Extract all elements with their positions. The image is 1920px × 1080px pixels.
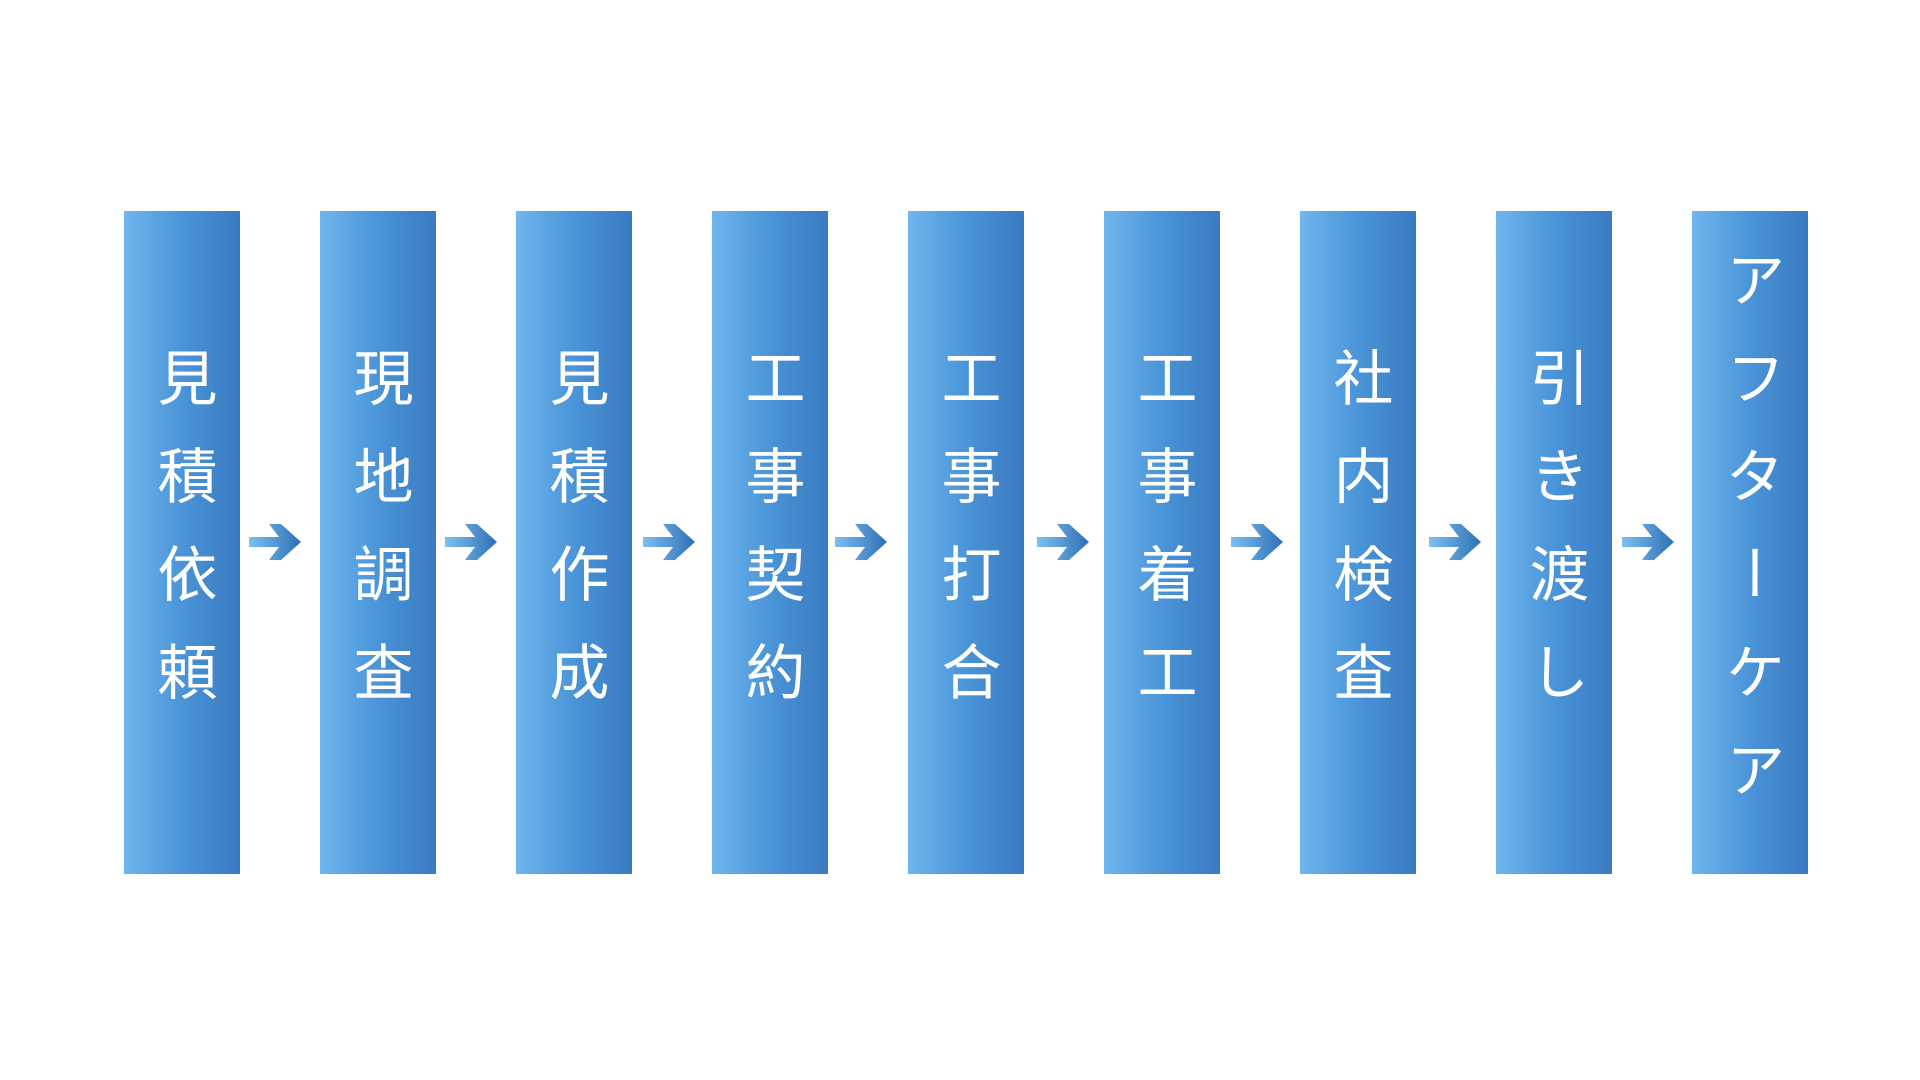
arrow-right-icon <box>1035 520 1093 564</box>
step-box-4: 工事契約 <box>712 211 828 874</box>
arrow-right-icon <box>1229 520 1287 564</box>
step-label: 工事着工 <box>1127 346 1197 739</box>
step-box-7: 社内検査 <box>1300 211 1416 874</box>
step-label: 工事打合 <box>931 346 1001 739</box>
step-box-9: アフターケア <box>1692 211 1808 874</box>
step-label: 見積依頼 <box>147 346 217 739</box>
step-label: 引き渡し <box>1519 346 1589 739</box>
step-label: 現地調査 <box>343 346 413 739</box>
step-label: 工事契約 <box>735 346 805 739</box>
step-box-2: 現地調査 <box>320 211 436 874</box>
step-label: 社内検査 <box>1323 346 1393 739</box>
step-box-1: 見積依頼 <box>124 211 240 874</box>
step-box-8: 引き渡し <box>1496 211 1612 874</box>
step-box-3: 見積作成 <box>516 211 632 874</box>
step-label: 見積作成 <box>539 346 609 739</box>
arrow-right-icon <box>641 520 699 564</box>
step-box-6: 工事着工 <box>1104 211 1220 874</box>
step-label: アフターケア <box>1715 248 1785 837</box>
arrow-right-icon <box>833 520 891 564</box>
arrow-right-icon <box>1620 520 1678 564</box>
arrow-right-icon <box>1427 520 1485 564</box>
arrow-right-icon <box>247 520 305 564</box>
process-flow-diagram: 見積依頼 現地調査 見積作成 工事契約 工事打合 工事着工 社内検査 引き渡し <box>0 0 1920 1080</box>
step-box-5: 工事打合 <box>908 211 1024 874</box>
arrow-right-icon <box>443 520 501 564</box>
